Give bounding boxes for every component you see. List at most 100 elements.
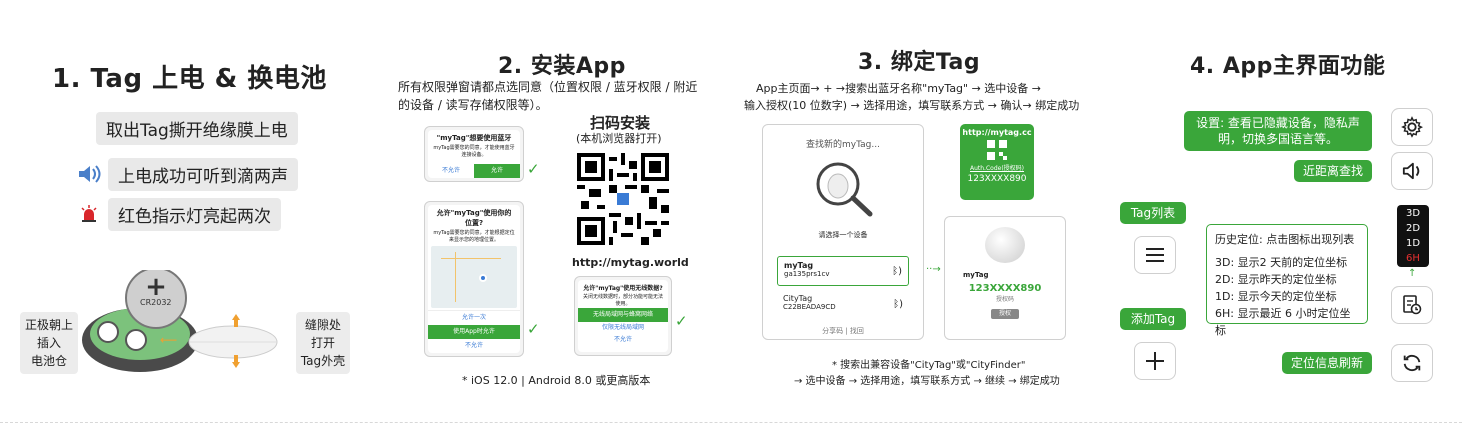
tag-list-label: Tag列表 <box>1120 202 1186 224</box>
check-icon-3: ✓ <box>675 312 688 330</box>
check-icon-1: ✓ <box>527 160 540 178</box>
settings-description: 设置: 查看已隐藏设备，隐私声明，切换多国语言等。 <box>1184 111 1372 151</box>
bluetooth-dialog-title: "myTag"想要使用蓝牙 <box>436 134 512 142</box>
auth-url: http://mytag.cc <box>962 128 1032 137</box>
version-footnote: * iOS 12.0 | Android 8.0 或更高版本 <box>462 374 651 387</box>
bluetooth-dialog: "myTag"想要使用蓝牙 myTag需要您的同意，才能使用蓝牙连接设备。 不允… <box>424 126 524 182</box>
history-3d: 3D: 显示2 天前的定位坐标 <box>1215 256 1348 269</box>
bluetooth-dialog-body: myTag需要您的同意，才能使用蓝牙连接设备。 <box>433 145 515 158</box>
history-description: 历史定位: 点击图标出现列表 3D: 显示2 天前的定位坐标 2D: 显示昨天的… <box>1206 224 1368 337</box>
qr-small-icon <box>987 140 1007 160</box>
compat-note-line2: → 选中设备 → 选择用途，填写联系方式 → 继续 → 绑定成功 <box>794 376 1060 387</box>
settings-button[interactable] <box>1391 108 1433 146</box>
step-red-light: 红色指示灯亮起两次 <box>108 198 281 231</box>
tag-shell-illustration <box>188 310 288 374</box>
map-preview <box>431 246 517 308</box>
auth-code-card: http://mytag.cc Auth.Code(授权码) 123XXXX89… <box>960 124 1034 200</box>
device-list-item-mytag[interactable]: myTag ga135prs1cv ᛒ) <box>777 256 909 286</box>
location-dialog-title: 允许"myTag"使用你的位置? <box>436 209 512 227</box>
compat-note-line1: * 搜索出兼容设备"CityTag"或"CityFinder" <box>832 360 1026 371</box>
auth-screen: myTag 123XXXX890 授权码 授权 <box>944 216 1066 340</box>
open-arrow-icon: ⟵ <box>160 333 178 347</box>
history-1d: 1D: 显示今天的定位坐标 <box>1215 290 1337 303</box>
data-dialog: 允许"myTag"使用无线数据? 关闭无线数据时，部分功能可能无法使用。 无线局… <box>574 276 672 356</box>
bluetooth-allow-button[interactable]: 允许 <box>474 164 520 178</box>
bluetooth-icon: ᛒ) <box>893 299 903 310</box>
scan-subtitle: (本机浏览器打开) <box>576 132 662 145</box>
card-sub: 授权码 <box>995 296 1014 303</box>
bluetooth-icon: ᛒ) <box>892 266 902 277</box>
data-dialog-body: 关闭无线数据时，部分功能可能无法使用。 <box>582 294 663 307</box>
location-allow-once-button[interactable]: 允许一次 <box>428 310 520 325</box>
device-id: ga135prs1cv <box>784 270 830 278</box>
left-label-line1: 正极朝上 <box>24 318 73 332</box>
right-label-line2: 打开 <box>310 336 335 350</box>
data-wlan-only-button[interactable]: 仅限无线局域网 <box>578 322 668 334</box>
device-name: myTag <box>784 261 814 270</box>
magnifier-icon <box>808 158 878 218</box>
history-6h: 6H: 显示最近 6 小时定位坐标 <box>1215 307 1351 337</box>
nearby-find-button[interactable] <box>1391 152 1433 190</box>
data-dialog-title: 允许"myTag"使用无线数据? <box>583 285 663 292</box>
step-power-on: 取出Tag撕开绝缘膜上电 <box>96 112 298 145</box>
select-device-label: 请选择一个设备 <box>818 231 868 239</box>
left-label-box: 正极朝上 插入 电池仓 <box>20 312 78 374</box>
history-menu-3d[interactable]: 3D <box>1397 206 1429 221</box>
speaker-icon <box>76 163 102 189</box>
battery-model-label: CR2032 <box>140 298 172 307</box>
panel2-title: 2. 安装App <box>498 54 626 79</box>
refresh-label: 定位信息刷新 <box>1282 352 1372 374</box>
bottom-links[interactable]: 分享码 | 找回 <box>763 326 923 336</box>
search-title: 查找新的myTag... <box>806 140 880 150</box>
check-icon-2: ✓ <box>527 320 540 338</box>
tag-image <box>985 227 1025 263</box>
authorize-button[interactable]: 授权 <box>991 309 1019 319</box>
history-icon <box>1403 295 1422 315</box>
search-device-screen: 查找新的myTag... 请选择一个设备 myTag ga135prs1cv ᛒ… <box>762 124 924 340</box>
device-id: C22BEADA9CD <box>783 303 836 311</box>
history-title: 历史定位: 点击图标出现列表 <box>1215 233 1355 246</box>
location-dialog-body: myTag需要您的同意，才能根据定位来显示您的地理位置。 <box>433 230 515 243</box>
add-tag-button[interactable] <box>1134 342 1176 380</box>
left-label-line2: 插入 <box>36 336 61 350</box>
history-2d: 2D: 显示昨天的定位坐标 <box>1215 273 1337 286</box>
nearby-find-label: 近距离查找 <box>1294 160 1372 182</box>
bluetooth-deny-button[interactable]: 不允许 <box>428 164 474 178</box>
download-url: http://mytag.world <box>572 256 689 269</box>
alarm-light-icon <box>80 205 98 227</box>
card-code: 123XXXX890 <box>968 283 1042 294</box>
up-arrow-icon: ↑ <box>1408 268 1417 279</box>
permission-description: 所有权限弹窗请都点选同意（位置权限 / 蓝牙权限 / 附近的设备 / 读写存储权… <box>398 80 698 112</box>
history-menu-1d[interactable]: 1D <box>1397 236 1429 251</box>
qr-code <box>577 153 669 245</box>
card-title: myTag <box>963 271 989 279</box>
history-button[interactable] <box>1391 286 1433 324</box>
right-label-box: 缝隙处 打开 Tag外壳 <box>296 312 350 374</box>
history-menu: 3D 2D 1D 6H <box>1397 205 1429 267</box>
refresh-button[interactable] <box>1391 344 1433 382</box>
left-label-line3: 电池仓 <box>30 354 67 368</box>
panel4-title: 4. App主界面功能 <box>1190 54 1386 79</box>
add-tag-label: 添加Tag <box>1120 308 1186 330</box>
gear-icon <box>1401 116 1423 138</box>
tag-list-button[interactable] <box>1134 236 1176 274</box>
location-deny-button[interactable]: 不允许 <box>428 339 520 353</box>
data-wlan-cellular-button[interactable]: 无线局域网与蜂窝网络 <box>578 308 668 322</box>
auth-label: Auth.Code(授权码) <box>969 165 1024 172</box>
arrow-icon: ··→ <box>926 264 941 275</box>
location-dialog: 允许"myTag"使用你的位置? myTag需要您的同意，才能根据定位来显示您的… <box>424 201 524 357</box>
panel1-title: 1. Tag 上电 & 换电池 <box>52 64 327 94</box>
history-menu-2d[interactable]: 2D <box>1397 221 1429 236</box>
device-list-item-citytag[interactable]: CityTag C22BEADA9CD ᛒ) <box>777 290 909 320</box>
location-while-using-button[interactable]: 使用App时允许 <box>428 325 520 339</box>
bottom-divider <box>0 422 1462 423</box>
bind-step-line1: App主页面→ + →搜索出蓝牙名称"myTag" → 选中设备 → <box>756 82 1042 95</box>
step-beep: 上电成功可听到滴两声 <box>108 158 298 191</box>
right-label-line1: 缝隙处 <box>304 318 341 332</box>
right-label-line3: Tag外壳 <box>300 354 346 368</box>
speaker-icon <box>1402 162 1420 180</box>
data-deny-button[interactable]: 不允许 <box>578 334 668 346</box>
history-menu-6h[interactable]: 6H <box>1397 251 1429 266</box>
menu-icon <box>1146 248 1164 262</box>
auth-code: 123XXXX890 <box>967 174 1027 184</box>
